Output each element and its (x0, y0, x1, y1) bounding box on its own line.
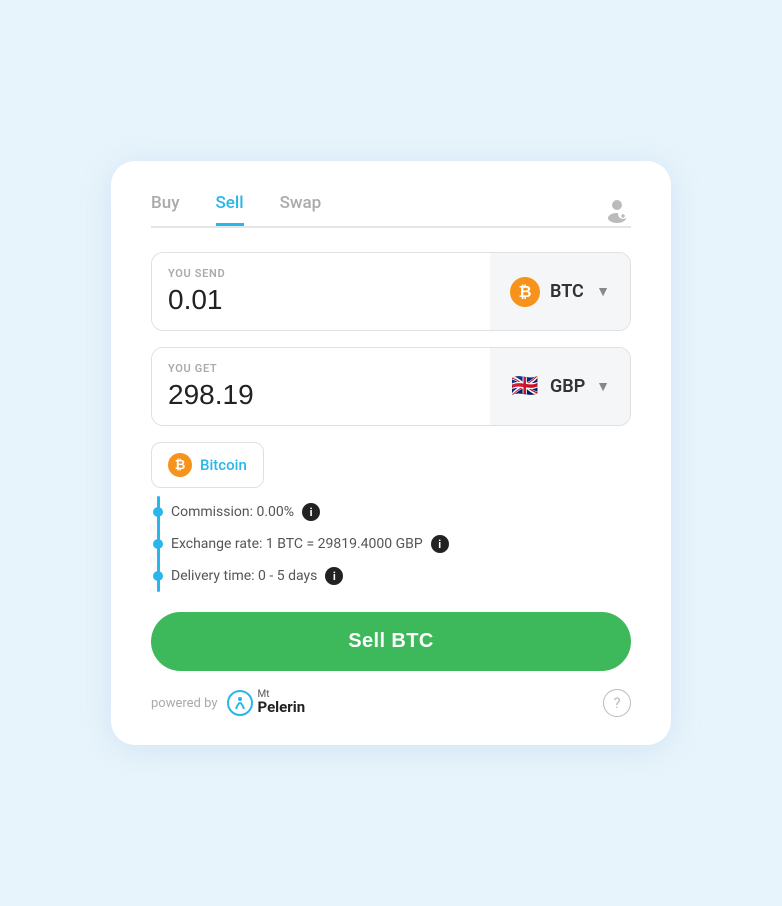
mt-pelerin-logo: Mt Pelerin (226, 689, 306, 717)
send-currency-label: BTC (550, 281, 584, 302)
footer: powered by Mt Pelerin ? (151, 689, 631, 717)
commission-info-icon[interactable]: i (302, 503, 320, 521)
delivery-row: Delivery time: 0 - 5 days i (171, 560, 631, 592)
powered-by-label: powered by (151, 696, 218, 711)
delivery-info-icon[interactable]: i (325, 567, 343, 585)
header: Buy Sell Swap (151, 193, 631, 226)
receive-label: YOU GET (168, 362, 474, 375)
bitcoin-suggestion-icon: ₿ (168, 453, 192, 477)
tab-underline (151, 226, 631, 228)
pelerin-svg-icon (226, 689, 254, 717)
delivery-text: Delivery time: 0 - 5 days (171, 568, 317, 584)
exchange-dot (153, 539, 163, 549)
btc-icon: ₿ (510, 277, 540, 307)
help-icon[interactable]: ? (603, 689, 631, 717)
receive-currency-selector[interactable]: 🇬🇧 GBP ▼ (490, 348, 630, 425)
tab-swap[interactable]: Swap (280, 193, 322, 226)
tab-buy[interactable]: Buy (151, 193, 180, 226)
send-input-group: YOU SEND ₿ BTC ▼ (151, 252, 631, 331)
gbp-flag-icon: 🇬🇧 (510, 372, 540, 402)
receive-input-group: YOU GET 🇬🇧 GBP ▼ (151, 347, 631, 426)
receive-input-left: YOU GET (152, 348, 490, 425)
bitcoin-suggestion-item[interactable]: ₿ Bitcoin (151, 442, 264, 488)
pelerin-name-label: Pelerin (258, 698, 306, 716)
send-value[interactable] (168, 284, 474, 316)
send-currency-selector[interactable]: ₿ BTC ▼ (490, 253, 630, 330)
tab-bar: Buy Sell Swap (151, 193, 599, 226)
delivery-dot (153, 571, 163, 581)
info-section: Commission: 0.00% i Exchange rate: 1 BTC… (151, 496, 631, 592)
exchange-rate-row: Exchange rate: 1 BTC = 29819.4000 GBP i (171, 528, 631, 560)
commission-row: Commission: 0.00% i (171, 496, 631, 528)
receive-chevron-icon: ▼ (596, 378, 610, 395)
dropdown-suggestion: ₿ Bitcoin (151, 442, 631, 488)
send-label: YOU SEND (168, 267, 474, 280)
receive-currency-label: GBP (550, 376, 585, 397)
exchange-rate-text: Exchange rate: 1 BTC = 29819.4000 GBP (171, 536, 423, 552)
send-chevron-icon: ▼ (596, 283, 610, 300)
send-input-left: YOU SEND (152, 253, 490, 330)
powered-by: powered by Mt Pelerin (151, 689, 305, 717)
commission-dot (153, 507, 163, 517)
bitcoin-suggestion-label: Bitcoin (200, 456, 247, 474)
receive-value[interactable] (168, 379, 474, 411)
exchange-info-icon[interactable]: i (431, 535, 449, 553)
sell-button[interactable]: Sell BTC (151, 612, 631, 671)
main-card: Buy Sell Swap YOU SEND ₿ BTC ▼ (111, 161, 671, 745)
tab-sell[interactable]: Sell (216, 193, 244, 226)
user-icon[interactable] (599, 194, 631, 226)
commission-text: Commission: 0.00% (171, 504, 294, 520)
pelerin-brand-text: Mt Pelerin (258, 690, 306, 716)
